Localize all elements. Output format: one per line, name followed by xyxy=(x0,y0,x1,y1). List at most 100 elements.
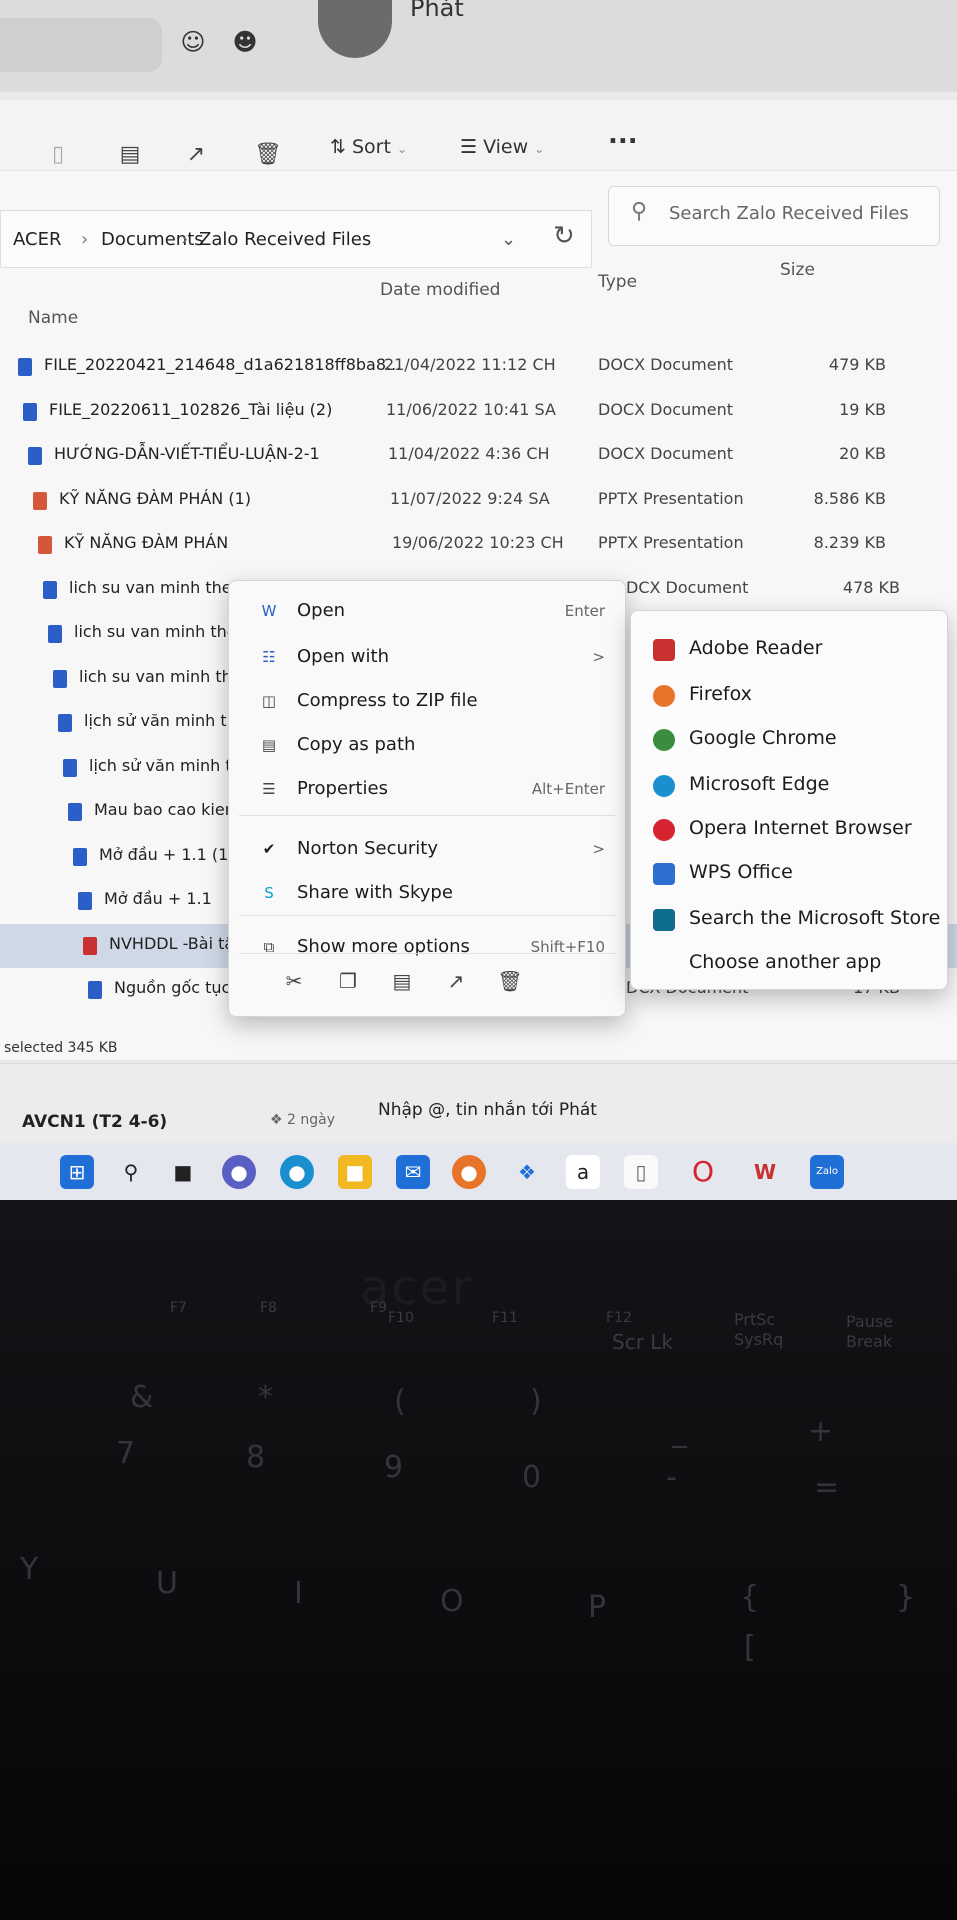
file-icon[interactable]: ▯ xyxy=(624,1155,658,1189)
context-quick-actions: ✂ ❐ ▤ ↗ 🗑 xyxy=(229,953,625,1013)
open-with-label: Microsoft Edge xyxy=(689,773,830,795)
key-o: O xyxy=(440,1584,464,1619)
context-item-norton-security[interactable]: ✔ Norton Security > xyxy=(229,829,625,869)
add-friend-icon[interactable]: ☺ xyxy=(176,28,210,62)
file-name: KỸ NĂNG ĐÀM PHÁN xyxy=(64,533,229,552)
more-options-button[interactable]: ... xyxy=(608,120,638,150)
open-with-firefox[interactable]: Firefox xyxy=(631,673,947,717)
file-row[interactable]: HƯỚNG-DẪN-VIẾT-TIỂU-LUẬN-2-1 11/04/2022 4… xyxy=(0,434,957,478)
copy-icon[interactable]: ❐ xyxy=(335,969,361,995)
avatar[interactable] xyxy=(318,0,392,58)
create-group-icon[interactable]: ☻ xyxy=(228,28,262,62)
open-with-adobe-reader[interactable]: Adobe Reader xyxy=(631,627,947,671)
address-bar[interactable]: ACER › Documents › Zalo Received Files ⌄… xyxy=(0,210,592,268)
task-view-icon[interactable]: ■ xyxy=(166,1155,200,1189)
column-size-header[interactable]: Size xyxy=(780,260,815,280)
zalo-search-bar[interactable] xyxy=(0,18,162,72)
context-item-copy-as-path[interactable]: ▤ Copy as path xyxy=(229,725,625,765)
breadcrumb-acer[interactable]: ACER xyxy=(13,229,61,250)
view-button[interactable]: ☰ View ⌄ xyxy=(460,136,544,158)
context-item-open[interactable]: W Open Enter xyxy=(229,591,625,631)
file-type: DOCX Document xyxy=(598,399,734,419)
explorer-toolbar: ▯ ▤ ↗ 🗑 ⇅ Sort ⌄ ☰ View ⌄ ... xyxy=(0,100,957,171)
opera-icon[interactable]: O xyxy=(686,1155,720,1189)
chat-input[interactable]: Nhập @, tin nhắn tới Phát xyxy=(378,1100,597,1120)
search-box[interactable]: ⚲ Search Zalo Received Files xyxy=(608,186,940,246)
teams-icon[interactable]: ● xyxy=(222,1155,256,1189)
file-row[interactable]: KỸ NĂNG ĐÀM PHÁN (1) 11/07/2022 9:24 SA PP… xyxy=(0,479,957,523)
copy-path-icon: ▤ xyxy=(261,736,277,754)
open-with-choose-another-app[interactable]: Choose another app xyxy=(631,941,947,985)
file-row[interactable]: FILE_20220611_102826_Tài liệu (2) 11/06/2… xyxy=(0,390,957,434)
file-row[interactable]: KỸ NĂNG ĐÀM PHÁN 19/06/2022 10:23 CH PPTX … xyxy=(0,523,957,567)
amazon-icon[interactable]: a xyxy=(566,1155,600,1189)
file-date: 11/07/2022 9:24 SA xyxy=(390,488,550,508)
file-name: FILE_20220421_214648_d1a621818ff8ba8... xyxy=(44,355,402,374)
file-date: 11/04/2022 4:36 CH xyxy=(388,444,550,463)
delete-icon[interactable]: 🗑 xyxy=(254,142,282,170)
chevron-down-icon[interactable]: ⌄ xyxy=(501,229,516,250)
key-underscore: _ xyxy=(672,1414,687,1449)
context-item-label: Properties xyxy=(297,778,388,799)
context-item-label: Copy as path xyxy=(297,734,416,755)
dropbox-icon[interactable]: ❖ xyxy=(510,1155,544,1189)
search-icon[interactable]: ⚲ xyxy=(114,1155,148,1189)
wps-icon[interactable]: W xyxy=(748,1155,782,1189)
context-item-open-with[interactable]: ☷ Open with > xyxy=(229,637,625,677)
breadcrumb-separator: › xyxy=(181,229,189,250)
refresh-icon[interactable]: ↻ xyxy=(553,221,575,251)
key-scroll-lock: Scr Lk xyxy=(612,1330,673,1354)
breadcrumb-current[interactable]: Zalo Received Files xyxy=(199,229,371,250)
group-time: ❖ 2 ngày xyxy=(270,1112,335,1128)
edge-icon[interactable]: ● xyxy=(280,1155,314,1189)
open-with-google-chrome[interactable]: Google Chrome xyxy=(631,717,947,761)
file-name: Mở đầu + 1.1 (1) xyxy=(99,844,235,864)
mail-icon[interactable]: ✉ xyxy=(396,1155,430,1189)
rename-icon[interactable]: ▤ xyxy=(389,969,415,995)
rename-icon[interactable]: ▤ xyxy=(116,142,144,170)
sort-button[interactable]: ⇅ Sort ⌄ xyxy=(330,136,407,158)
open-with-label: Firefox xyxy=(689,683,752,705)
key-bracket-open: [ xyxy=(744,1630,756,1665)
paste-icon[interactable]: ▯ xyxy=(44,142,72,170)
key-sysrq: SysRq xyxy=(734,1330,784,1349)
key-ampersand: & xyxy=(130,1380,154,1415)
key-y: Y xyxy=(20,1552,39,1587)
file-explorer-icon[interactable]: ■ xyxy=(338,1155,372,1189)
context-item-properties[interactable]: ☰ Properties Alt+Enter xyxy=(229,769,625,809)
open-with-wps-office[interactable]: WPS Office xyxy=(631,851,947,895)
windows-icon[interactable]: ⊞ xyxy=(60,1155,94,1189)
context-item-share-with-skype[interactable]: S Share with Skype xyxy=(229,873,625,913)
file-type: DOCX Document xyxy=(598,444,734,463)
column-name-header[interactable]: Name xyxy=(28,308,78,328)
zalo-icon[interactable]: Zalo xyxy=(810,1155,844,1189)
open-with-search-the-microsoft-store[interactable]: Search the Microsoft Store xyxy=(631,897,947,941)
cut-icon[interactable]: ✂ xyxy=(281,969,307,995)
share-icon[interactable]: ↗ xyxy=(443,969,469,995)
firefox-icon[interactable]: ● xyxy=(452,1155,486,1189)
open-with-submenu: Adobe Reader Firefox Google Chrome Microsof… xyxy=(630,610,948,990)
file-size: 20 KB xyxy=(839,444,886,463)
zalo-chat-strip: AVCN1 (T2 4-6) ❖ 2 ngày Nhập @, tin nhắn… xyxy=(0,1063,957,1144)
file-row[interactable]: FILE_20220421_214648_d1a621818ff8ba8... 2… xyxy=(0,345,957,389)
open-with-label: Search the Microsoft Store xyxy=(689,907,941,929)
column-type-header[interactable]: Type xyxy=(598,272,637,292)
properties-icon: ☰ xyxy=(262,780,276,798)
open-with-label: WPS Office xyxy=(689,861,793,883)
delete-icon[interactable]: 🗑 xyxy=(497,969,523,995)
context-item-compress-to-zip-file[interactable]: ◫ Compress to ZIP file xyxy=(229,681,625,721)
share-icon[interactable]: ↗ xyxy=(182,142,210,170)
breadcrumb-documents[interactable]: Documents xyxy=(101,229,204,250)
group-name[interactable]: AVCN1 (T2 4-6) xyxy=(22,1112,167,1132)
open-with-icon: ☷ xyxy=(262,648,276,666)
open-with-microsoft-edge[interactable]: Microsoft Edge xyxy=(631,763,947,807)
key-brace-open: { xyxy=(740,1580,760,1615)
adobe-reader-icon xyxy=(653,639,675,661)
open-with-opera-internet-browser[interactable]: Opera Internet Browser xyxy=(631,807,947,851)
wps-office-icon xyxy=(653,863,675,885)
key-minus: - xyxy=(666,1460,677,1495)
status-bar: selected 345 KB xyxy=(4,1040,118,1056)
laptop-keyboard: acer F7 F8 F9 F10 F11 F12 Scr Lk PrtSc S… xyxy=(0,1200,957,1920)
search-icon: ⚲ xyxy=(631,199,648,224)
column-date-header[interactable]: Date modified xyxy=(380,280,500,300)
